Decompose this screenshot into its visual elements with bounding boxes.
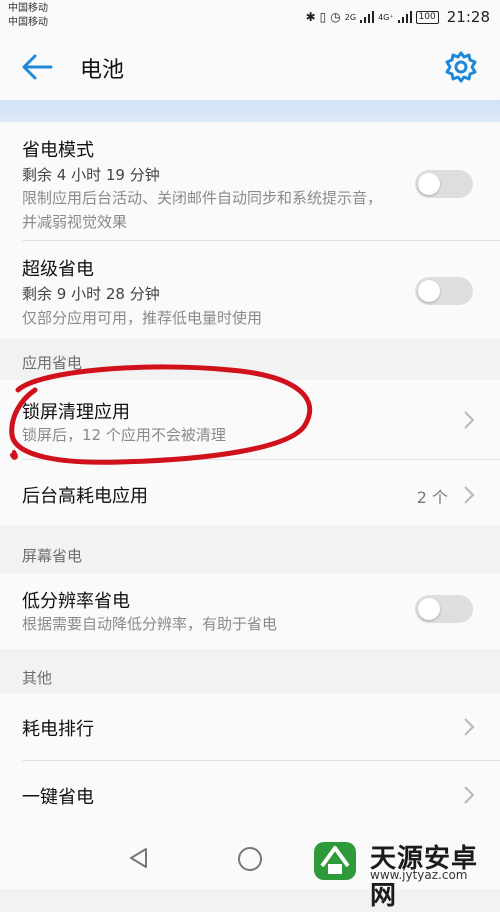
one-key-row[interactable]: 一键省电 [0,761,500,829]
status-bar: 中国移动 中国移动 ✱ ▯ ◷ 2G 4G⁺ 100 21:28 [0,0,500,34]
page-title: 电池 [80,58,125,83]
network-type-2: 4G⁺ [378,12,394,22]
ultra-saving-row[interactable]: 超级省电 剩余 9 小时 28 分钟 仅部分应用可用，推荐低电量时使用 [0,241,500,338]
vibrate-icon: ▯ [319,10,327,24]
ultra-saving-desc: 仅部分应用可用，推荐低电量时使用 [22,309,263,327]
high-drain-title: 后台高耗电应用 [22,486,148,507]
watermark-logo-icon [314,842,356,880]
app-saving-card: 锁屏清理应用 锁屏后，12 个应用不会被清理 后台高耗电应用 2 个 [0,380,500,526]
carrier-label-2: 中国移动 [8,17,48,28]
nav-back-icon[interactable] [128,847,148,869]
lock-clean-row[interactable]: 锁屏清理应用 锁屏后，12 个应用不会被清理 [0,380,500,458]
watermark-url: www.jytyaz.com [370,868,468,882]
screen-saving-card: 低分辨率省电 根据需要自动降低分辨率，有助于省电 [0,573,500,649]
app-bar: 电池 [0,34,500,100]
bluetooth-icon: ✱ [305,10,316,24]
section-header-other: 其他 [22,669,53,687]
chevron-right-icon [464,486,475,504]
ranking-title: 耗电排行 [22,719,94,740]
scroll-edge-glow [0,100,500,122]
signal-2-icon [397,11,412,23]
back-arrow-icon[interactable] [20,52,54,82]
power-saving-title: 省电模式 [22,140,94,161]
clock: 21:28 [446,8,490,26]
low-res-desc: 根据需要自动降低分辨率，有助于省电 [22,615,278,633]
ultra-saving-toggle[interactable] [415,277,473,305]
alarm-icon: ◷ [330,10,341,24]
section-header-app-saving: 应用省电 [22,354,83,372]
signal-1-icon [360,11,375,23]
ultra-saving-remaining: 剩余 9 小时 28 分钟 [22,285,160,303]
chevron-right-icon [464,411,475,429]
lock-clean-title: 锁屏清理应用 [22,402,130,423]
other-card: 耗电排行 一键省电 [0,694,500,829]
chevron-right-icon [464,718,475,736]
power-saving-row[interactable]: 省电模式 剩余 4 小时 19 分钟 限制应用后台活动、关闭邮件自动同步和系统提… [0,122,500,240]
power-saving-desc: 限制应用后台活动、关闭邮件自动同步和系统提示音，并减弱视觉效果 [22,189,383,231]
network-type-1: 2G [344,12,357,22]
battery-icon: 100 [415,10,439,24]
low-res-toggle[interactable] [415,595,473,623]
power-saving-toggle[interactable] [415,170,473,198]
gear-icon[interactable] [444,50,478,84]
carrier-label-1: 中国移动 [8,3,48,14]
low-res-row[interactable]: 低分辨率省电 根据需要自动降低分辨率，有助于省电 [0,573,500,649]
low-res-title: 低分辨率省电 [22,591,130,612]
nav-home-icon[interactable] [238,847,262,871]
power-saving-remaining: 剩余 4 小时 19 分钟 [22,166,160,184]
high-drain-count: 2 个 [416,488,448,507]
one-key-title: 一键省电 [22,787,94,808]
lock-clean-desc: 锁屏后，12 个应用不会被清理 [22,426,226,444]
chevron-right-icon [464,786,475,804]
section-header-screen-saving: 屏幕省电 [22,547,83,565]
status-icons: ✱ ▯ ◷ 2G 4G⁺ 100 21:28 [306,8,490,26]
high-drain-row[interactable]: 后台高耗电应用 2 个 [0,460,500,526]
ranking-row[interactable]: 耗电排行 [0,694,500,760]
ultra-saving-title: 超级省电 [22,259,94,280]
battery-mode-card: 省电模式 剩余 4 小时 19 分钟 限制应用后台活动、关闭邮件自动同步和系统提… [0,122,500,338]
